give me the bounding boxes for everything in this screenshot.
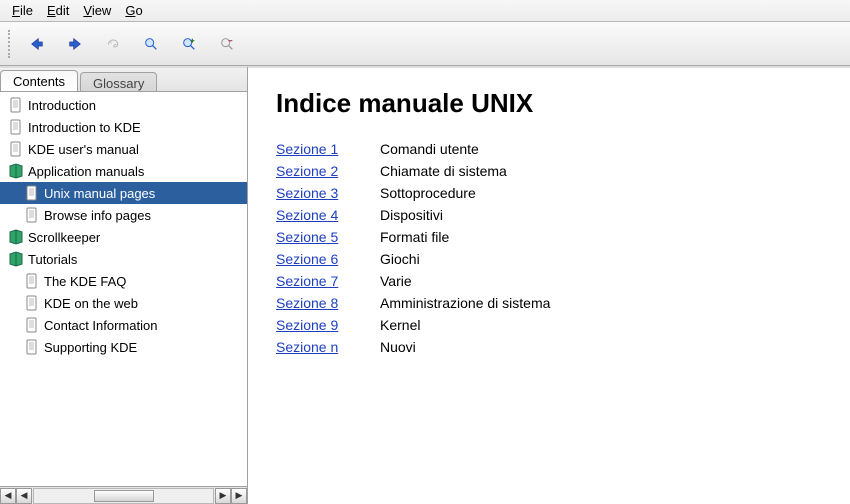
menubar: File Edit View Go — [0, 0, 850, 22]
page-title: Indice manuale UNIX — [276, 88, 822, 119]
tree-item[interactable]: KDE user's manual — [0, 138, 247, 160]
document-icon — [8, 119, 24, 135]
main-area: Contents Glossary IntroductionIntroducti… — [0, 66, 850, 504]
tree-item-label: Introduction to KDE — [28, 120, 141, 135]
scroll-thumb[interactable] — [94, 490, 154, 502]
document-icon — [24, 207, 40, 223]
zoom-out-button[interactable] — [212, 29, 242, 59]
book-icon — [8, 229, 24, 245]
section-link[interactable]: Sezione 3 — [276, 185, 366, 201]
section-description: Kernel — [380, 317, 822, 333]
section-description: Comandi utente — [380, 141, 822, 157]
tree-item[interactable]: Browse info pages — [0, 204, 247, 226]
section-description: Chiamate di sistema — [380, 163, 822, 179]
tree-item-label: The KDE FAQ — [44, 274, 126, 289]
section-link[interactable]: Sezione 1 — [276, 141, 366, 157]
menu-edit-label: dit — [56, 3, 70, 18]
tree-item[interactable]: KDE on the web — [0, 292, 247, 314]
scroll-left-button[interactable]: ◀ — [0, 488, 16, 504]
tree-item[interactable]: Tutorials — [0, 248, 247, 270]
tree-item[interactable]: Application manuals — [0, 160, 247, 182]
zoom-in-button[interactable] — [174, 29, 204, 59]
content-pane: Indice manuale UNIX Sezione 1 Comandi ute… — [248, 66, 850, 504]
scroll-right2-button[interactable]: ▶ — [231, 488, 247, 504]
arrow-right-icon — [67, 36, 83, 52]
section-link[interactable]: Sezione n — [276, 339, 366, 355]
contents-tree[interactable]: Introduction Introduction to KDE KDE user'… — [0, 92, 247, 486]
zoom-reset-button[interactable] — [136, 29, 166, 59]
tree-item[interactable]: Introduction to KDE — [0, 116, 247, 138]
tree-item-label: Tutorials — [28, 252, 77, 267]
section-description: Formati file — [380, 229, 822, 245]
document-icon — [8, 97, 24, 113]
section-link[interactable]: Sezione 4 — [276, 207, 366, 223]
tree-item-label: KDE user's manual — [28, 142, 139, 157]
document-icon — [24, 295, 40, 311]
menu-view-label: iew — [92, 3, 112, 18]
scroll-left2-button[interactable]: ◀ — [16, 488, 32, 504]
book-icon — [8, 251, 24, 267]
horizontal-scrollbar[interactable]: ◀ ◀ ▶ ▶ — [0, 486, 247, 504]
tab-contents[interactable]: Contents — [0, 70, 78, 91]
tree-item-label: Application manuals — [28, 164, 144, 179]
document-icon — [24, 185, 40, 201]
tree-item[interactable]: Unix manual pages — [0, 182, 247, 204]
section-list: Sezione 1 Comandi utente Sezione 2 Chiamate… — [276, 141, 822, 355]
menu-go-label: o — [135, 3, 142, 18]
toolbar-grip — [8, 30, 14, 58]
section-link[interactable]: Sezione 5 — [276, 229, 366, 245]
section-description: Nuovi — [380, 339, 822, 355]
menu-file[interactable]: File — [6, 2, 39, 19]
section-link[interactable]: Sezione 9 — [276, 317, 366, 333]
document-icon — [24, 339, 40, 355]
tree-item-label: Supporting KDE — [44, 340, 137, 355]
section-description: Giochi — [380, 251, 822, 267]
scroll-track[interactable] — [33, 488, 214, 504]
document-icon — [8, 141, 24, 157]
print-icon — [105, 36, 121, 52]
tree-item[interactable]: Contact Information — [0, 314, 247, 336]
arrow-left-icon — [29, 36, 45, 52]
magnifier-minus-icon — [219, 36, 235, 52]
tree-item-label: KDE on the web — [44, 296, 138, 311]
section-description: Amministrazione di sistema — [380, 295, 822, 311]
menu-file-label: ile — [20, 3, 33, 18]
tree-item-label: Browse info pages — [44, 208, 151, 223]
menu-view[interactable]: View — [77, 2, 117, 19]
section-link[interactable]: Sezione 6 — [276, 251, 366, 267]
tree-item[interactable]: Scrollkeeper — [0, 226, 247, 248]
forward-button[interactable] — [60, 29, 90, 59]
tree-item[interactable]: Introduction — [0, 94, 247, 116]
section-link[interactable]: Sezione 2 — [276, 163, 366, 179]
section-link[interactable]: Sezione 8 — [276, 295, 366, 311]
scroll-right-button[interactable]: ▶ — [215, 488, 231, 504]
section-description: Dispositivi — [380, 207, 822, 223]
tree-item-label: Contact Information — [44, 318, 157, 333]
document-icon — [24, 273, 40, 289]
section-description: Sottoprocedure — [380, 185, 822, 201]
section-link[interactable]: Sezione 7 — [276, 273, 366, 289]
toolbar — [0, 22, 850, 66]
tree-item-label: Unix manual pages — [44, 186, 155, 201]
section-description: Varie — [380, 273, 822, 289]
menu-edit[interactable]: Edit — [41, 2, 75, 19]
tab-glossary[interactable]: Glossary — [80, 72, 157, 91]
document-icon — [24, 317, 40, 333]
sidebar-tabs: Contents Glossary — [0, 68, 247, 92]
print-button[interactable] — [98, 29, 128, 59]
tree-item[interactable]: Supporting KDE — [0, 336, 247, 358]
tree-item-label: Scrollkeeper — [28, 230, 100, 245]
back-button[interactable] — [22, 29, 52, 59]
magnifier-plus-icon — [181, 36, 197, 52]
magnifier-icon — [143, 36, 159, 52]
tree-item-label: Introduction — [28, 98, 96, 113]
menu-go[interactable]: Go — [119, 2, 148, 19]
sidebar: Contents Glossary IntroductionIntroducti… — [0, 66, 248, 504]
book-icon — [8, 163, 24, 179]
tree-item[interactable]: The KDE FAQ — [0, 270, 247, 292]
